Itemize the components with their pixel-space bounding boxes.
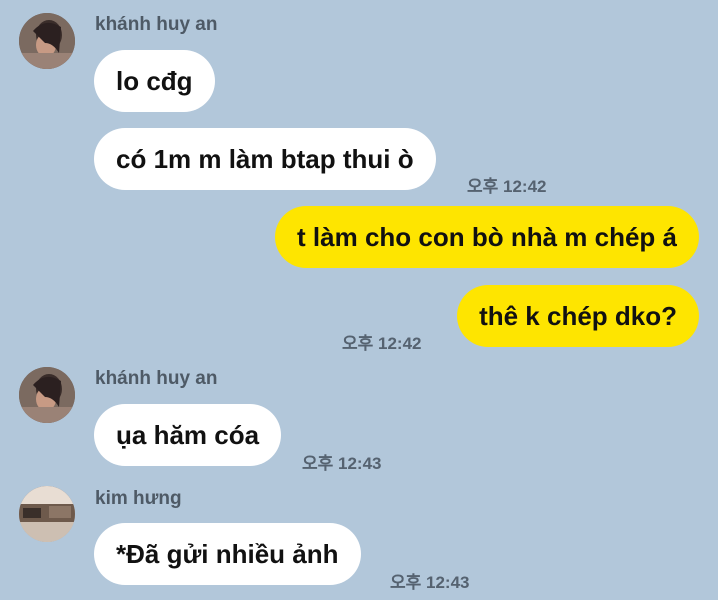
avatar-kim-hung[interactable] [19, 486, 75, 542]
message-timestamp: 오후 12:43 [302, 454, 382, 473]
message-bubble[interactable]: *Đã gửi nhiều ảnh [94, 523, 361, 585]
message-bubble[interactable]: ụa hăm cóa [94, 404, 282, 466]
chat-room[interactable]: khánh huy an lo cđg có 1m m làm btap thu… [0, 0, 718, 600]
message-bubble[interactable]: có 1m m làm btap thui ò [94, 128, 436, 190]
profile-photo-icon [19, 13, 75, 69]
message-bubble[interactable]: lo cđg [94, 50, 215, 112]
message-timestamp: 오후 12:43 [390, 573, 470, 592]
my-message-bubble[interactable]: t làm cho con bò nhà m chép á [275, 206, 699, 268]
sender-name: khánh huy an [95, 368, 218, 389]
avatar-khanh-huy-an[interactable] [19, 367, 75, 423]
my-message-bubble[interactable]: thê k chép dko? [457, 285, 699, 347]
sender-name: khánh huy an [95, 14, 218, 35]
profile-photo-icon [19, 486, 75, 542]
message-timestamp: 오후 12:42 [342, 334, 422, 353]
message-timestamp: 오후 12:42 [467, 177, 547, 196]
avatar-khanh-huy-an[interactable] [19, 13, 75, 69]
sender-name: kim hưng [95, 488, 182, 509]
profile-photo-icon [19, 367, 75, 423]
